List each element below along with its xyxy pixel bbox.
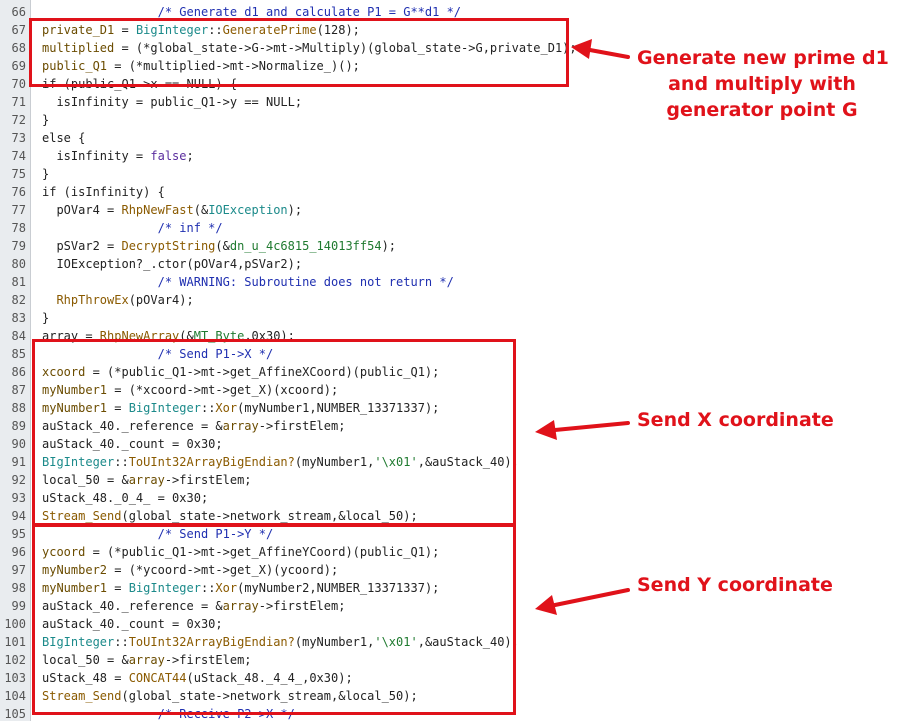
annotation-generate-d1-line-2: and multiply with bbox=[668, 73, 856, 95]
arrowhead-send-x bbox=[535, 420, 557, 440]
arrow-send-x bbox=[553, 421, 630, 432]
annotation-generate-d1-line-1: Generate new prime d1 bbox=[637, 47, 889, 69]
annotation-generate-d1-line-3: generator point G bbox=[666, 99, 858, 121]
arrowhead-generate-d1 bbox=[571, 39, 592, 59]
arrowhead-send-y bbox=[535, 595, 557, 615]
annotation-generate-d1: Generate new prime d1 and multiply with … bbox=[637, 45, 889, 123]
annotation-send-y: Send Y coordinate bbox=[637, 574, 833, 596]
arrow-send-y bbox=[553, 588, 630, 607]
arrow-generate-d1 bbox=[588, 48, 630, 59]
annotation-send-x: Send X coordinate bbox=[637, 409, 834, 431]
